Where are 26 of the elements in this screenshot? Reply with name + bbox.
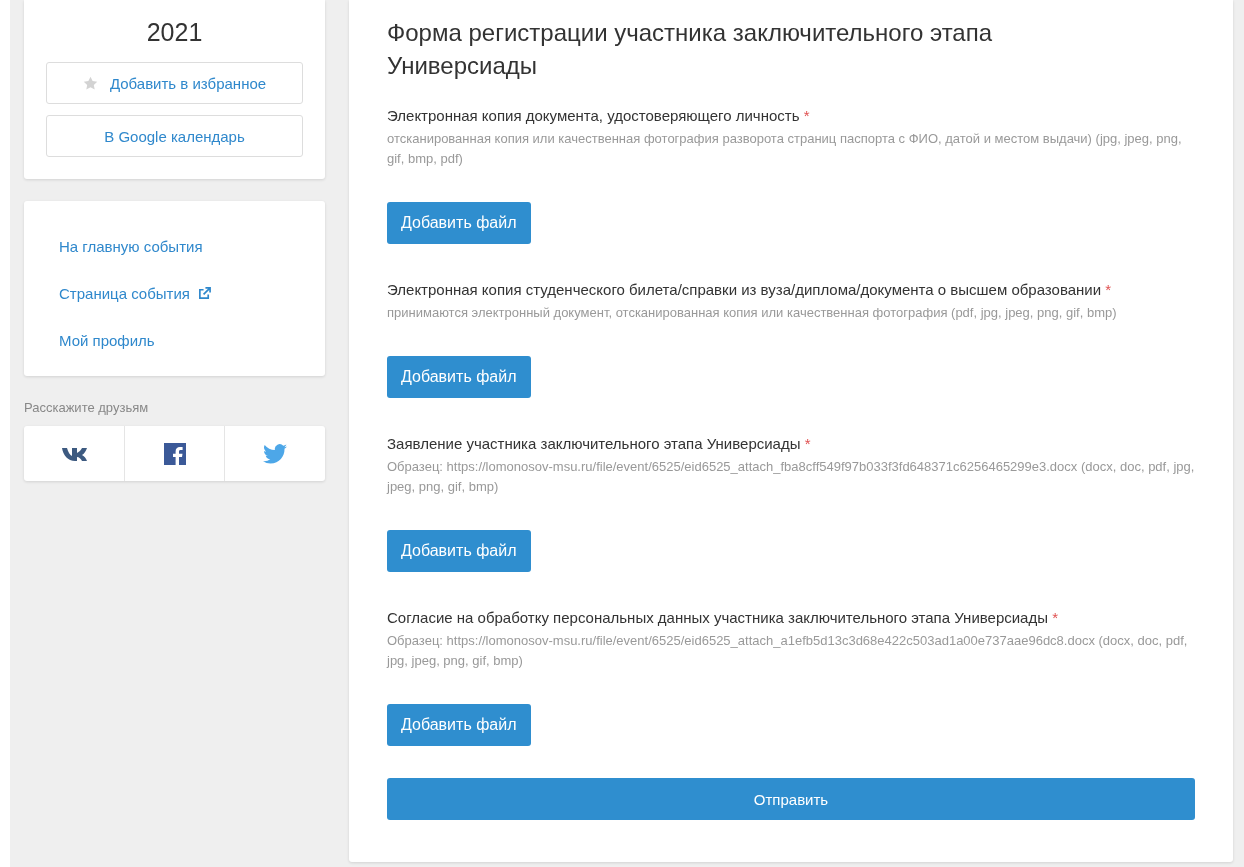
form-title: Форма регистрации участника заключительного этапа Универсиады (387, 18, 994, 81)
external-link-icon (197, 287, 211, 300)
field-label: Электронная копия документа, удостоверяющего личность * (387, 106, 811, 126)
outline-button[interactable]: В Google календарь (46, 115, 303, 157)
field-label: Согласие на обработку персональных данных участника заключительного этапа Универсиады * (387, 608, 1059, 628)
field-hint: отсканированная копия или качественная фотография разворота страниц паспорта с ФИО, датой и местом выдачи) (jpg, jpeg, png, gif, bmp, pdf) (387, 130, 1183, 168)
add-file-button[interactable]: Добавить файл (387, 530, 531, 572)
field-hint: Образец: https://lomonosov-msu.ru/file/event/6525/eid6525_attach_fba8cff549f97b033f3fd648371c6256465299e3.docx (docx, doc, pdf, jpg, jpeg, png, gif, bmp) (387, 458, 1195, 496)
outline-button[interactable]: Добавить в избранное (46, 62, 303, 104)
nav-link[interactable]: Мой профиль (59, 331, 155, 350)
field-label: Заявление участника заключительного этапа Универсиады * (387, 434, 812, 454)
add-file-button[interactable]: Добавить файл (387, 356, 531, 398)
nav-link[interactable]: Страница события (59, 284, 211, 303)
vk-icon (60, 445, 87, 462)
nav-link[interactable]: На главную события (59, 237, 203, 256)
star-icon (82, 75, 98, 91)
facebook-icon (163, 442, 186, 465)
event-year: 2021 (145, 18, 204, 47)
add-file-button[interactable]: Добавить файл (387, 704, 531, 746)
bird-icon (263, 443, 288, 464)
submit-button[interactable]: Отправить (387, 778, 1195, 820)
field-hint: принимаются электронный документ, отсканированная копия или качественная фотография (pdf, jpg, jpeg, png, gif, bmp) (387, 304, 1118, 322)
share-label: Расскажите друзьям (24, 400, 150, 415)
field-label: Электронная копия студенческого билета/справки из вуза/диплома/документа о высшем образовании * (387, 280, 1113, 300)
field-hint: Образец: https://lomonosov-msu.ru/file/event/6525/eid6525_attach_a1efb5d13c3d68e422c503ad1a00e737aae96dc8.docx (docx, doc, pdf, jpg, jpeg, png, gif, bmp) (387, 632, 1189, 670)
add-file-button[interactable]: Добавить файл (387, 202, 531, 244)
